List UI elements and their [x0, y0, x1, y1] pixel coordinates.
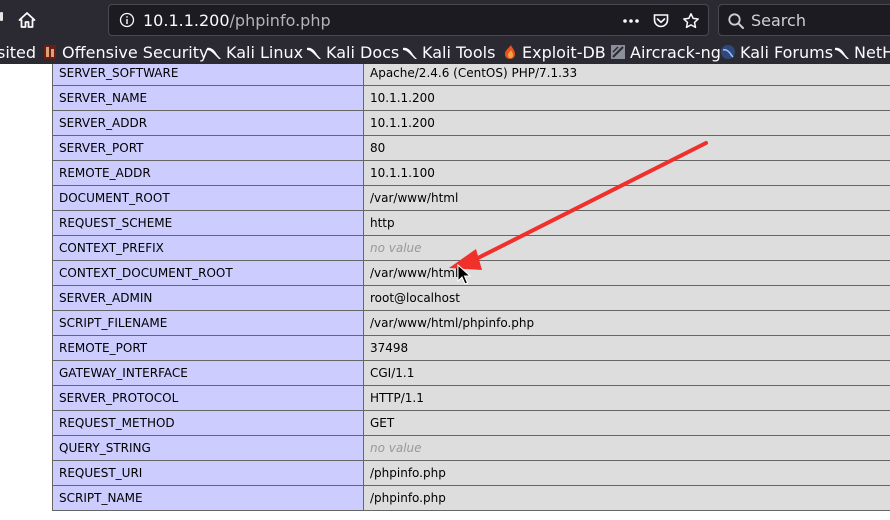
table-row: DOCUMENT_ROOT/var/www/html [52, 185, 890, 211]
table-row: REMOTE_PORT 37498 [52, 335, 890, 361]
variable-name-cell: SCRIPT_NAME [52, 485, 364, 511]
variable-name-cell: SCRIPT_FILENAME [52, 310, 364, 336]
table-row: SERVER_NAME 10.1.1.200 [52, 85, 890, 111]
variable-name-cell: QUERY_STRING [52, 435, 364, 461]
bookmarks-toolbar: sited Offensive Security Kali Linux Kali… [0, 40, 890, 64]
exploit-db-icon [502, 44, 518, 60]
table-row: GATEWAY_INTERFACE CGI/1.1 [52, 360, 890, 386]
search-icon [727, 12, 745, 30]
bookmark-label: Kali Linux [226, 42, 304, 62]
variable-name-cell: SERVER_PORT [52, 135, 364, 161]
variable-value-cell: 80 [363, 135, 890, 161]
table-row: QUERY_STRING no value [52, 435, 890, 461]
variable-value-cell: 37498 [363, 335, 890, 361]
variable-value-cell: /phpinfo.php [363, 460, 890, 486]
kali-dragon-icon [402, 44, 418, 60]
bookmark-offensive-security[interactable]: Offensive Security [42, 42, 208, 62]
variable-name-cell: REQUEST_SCHEME [52, 210, 364, 236]
browser-toolbar: 10.1.1.200/phpinfo.php Search [0, 0, 890, 40]
table-row: SCRIPT_NAME/phpinfo.php [52, 485, 890, 511]
variable-value-cell: /phpinfo.php [363, 485, 890, 511]
variable-value-cell: Apache/2.4.6 (CentOS) PHP/7.1.33 [363, 64, 890, 86]
phpinfo-table: SERVER_SOFTWARE Apache/2.4.6 (CentOS) PHP… [52, 64, 890, 511]
variable-value-cell: HTTP/1.1 [363, 385, 890, 411]
variable-value-cell: GET [363, 410, 890, 436]
info-icon[interactable] [119, 12, 135, 28]
variable-name-cell: SERVER_NAME [52, 85, 364, 111]
bookmark-star-icon[interactable] [682, 12, 700, 30]
variable-name-cell: REQUEST_METHOD [52, 410, 364, 436]
url-host: 10.1.1.200 [143, 11, 230, 30]
bookmark-kali-docs[interactable]: Kali Docs [306, 42, 399, 62]
table-row: SERVER_PROTOCOL HTTP/1.1 [52, 385, 890, 411]
variable-value-cell: 10.1.1.100 [363, 160, 890, 186]
table-row: SERVER_PORT 80 [52, 135, 890, 161]
variable-name-cell: SERVER_PROTOCOL [52, 385, 364, 411]
variable-name-cell: GATEWAY_INTERFACE [52, 360, 364, 386]
variable-name-cell: CONTEXT_PREFIX [52, 235, 364, 261]
table-row: CONTEXT_PREFIX no value [52, 235, 890, 261]
bookmark-kali-tools[interactable]: Kali Tools [402, 42, 495, 62]
bookmark-label: sited [0, 42, 37, 62]
page-content: SERVER_SOFTWARE Apache/2.4.6 (CentOS) PHP… [0, 64, 890, 520]
bookmark-label: Kali Tools [422, 42, 496, 62]
bookmark-nethunter[interactable]: NetH [834, 42, 890, 62]
table-row: REQUEST_METHOD GET [52, 410, 890, 436]
table-row: SERVER_ADDR 10.1.1.200 [52, 110, 890, 136]
bookmark-kali-forums[interactable]: Kali Forums [720, 42, 833, 62]
table-row: SCRIPT_FILENAME/var/www/html/phpinfo.php [52, 310, 890, 336]
variable-value-cell: 10.1.1.200 [363, 85, 890, 111]
variable-value-cell: /var/www/html [363, 260, 890, 286]
variable-value-cell: CGI/1.1 [363, 360, 890, 386]
table-row: SERVER_ADMIN root@localhost [52, 285, 890, 311]
bookmark-label: Kali Forums [740, 42, 834, 62]
table-row: REQUEST_SCHEME http [52, 210, 890, 236]
kali-dragon-icon [206, 44, 222, 60]
bookmark-most-visited[interactable]: sited [0, 42, 36, 62]
variable-name-cell: REMOTE_PORT [52, 335, 364, 361]
offsec-icon [42, 44, 58, 60]
bookmark-label: Exploit-DB [522, 42, 606, 62]
table-row: CONTEXT_DOCUMENT_ROOT/var/www/html [52, 260, 890, 286]
bookmark-aircrack-ng[interactable]: Aircrack-ng [610, 42, 721, 62]
variable-name-cell: SERVER_ADDR [52, 110, 364, 136]
variable-name-cell: REQUEST_URI [52, 460, 364, 486]
variable-value-cell: /var/www/html [363, 185, 890, 211]
url-bar[interactable]: 10.1.1.200/phpinfo.php [108, 4, 709, 36]
bookmark-label: Offensive Security [62, 42, 209, 62]
url-text[interactable]: 10.1.1.200/phpinfo.php [143, 11, 331, 30]
search-bar[interactable]: Search [718, 4, 890, 36]
bookmark-exploit-db[interactable]: Exploit-DB [502, 42, 606, 62]
kali-forums-icon [720, 44, 736, 60]
table-row: SERVER_SOFTWARE Apache/2.4.6 (CentOS) PHP… [52, 64, 890, 86]
page-actions-icon[interactable] [622, 12, 640, 30]
variable-value-cell: no value [363, 435, 890, 461]
kali-dragon-icon [834, 44, 850, 60]
pocket-icon[interactable] [652, 12, 670, 30]
search-input[interactable]: Search [751, 11, 806, 30]
toolbar-edge-button[interactable] [0, 12, 6, 28]
url-path: /phpinfo.php [229, 11, 331, 30]
home-icon[interactable] [14, 8, 40, 32]
variable-name-cell: CONTEXT_DOCUMENT_ROOT [52, 260, 364, 286]
table-row: REQUEST_URI/phpinfo.php [52, 460, 890, 486]
variable-name-cell: SERVER_ADMIN [52, 285, 364, 311]
kali-dragon-icon [306, 44, 322, 60]
variable-name-cell: DOCUMENT_ROOT [52, 185, 364, 211]
variable-value-cell: /var/www/html/phpinfo.php [363, 310, 890, 336]
bookmark-kali-linux[interactable]: Kali Linux [206, 42, 303, 62]
variable-value-cell: 10.1.1.200 [363, 110, 890, 136]
variable-name-cell: SERVER_SOFTWARE [52, 64, 364, 86]
variable-value-cell: http [363, 210, 890, 236]
bookmark-label: Aircrack-ng [630, 42, 721, 62]
variable-value-cell: root@localhost [363, 285, 890, 311]
table-row: REMOTE_ADDR 10.1.1.100 [52, 160, 890, 186]
aircrack-icon [610, 44, 626, 60]
variable-value-cell: no value [363, 235, 890, 261]
bookmark-label: Kali Docs [326, 42, 400, 62]
variable-name-cell: REMOTE_ADDR [52, 160, 364, 186]
bookmark-label: NetH [854, 42, 890, 62]
